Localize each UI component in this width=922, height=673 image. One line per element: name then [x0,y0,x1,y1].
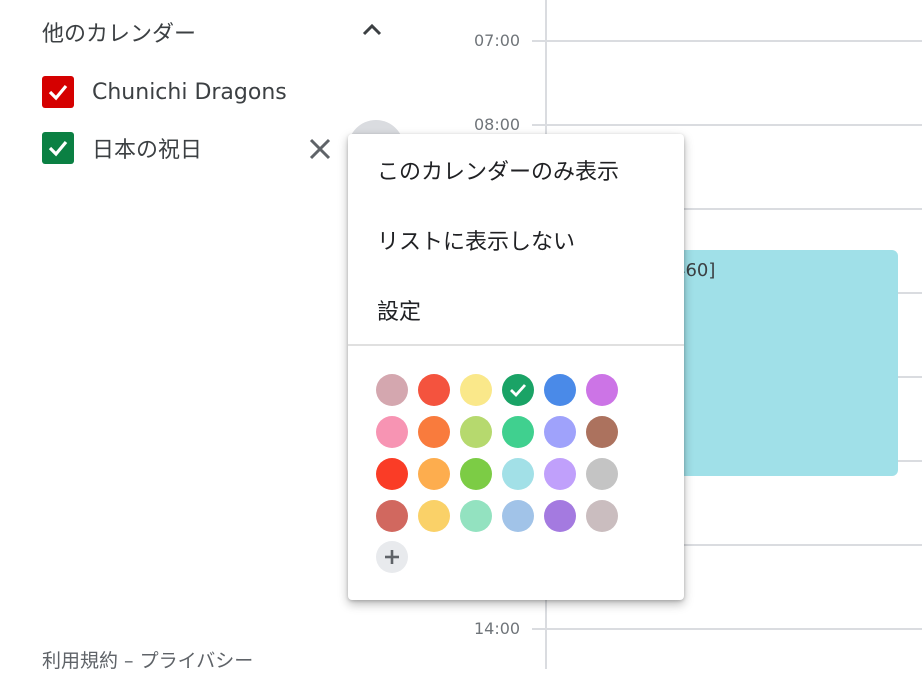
calendar-item-japanese-holidays[interactable]: 日本の祝日 [42,130,202,166]
calendar-label: Chunichi Dragons [92,79,287,105]
color-swatch[interactable] [376,500,408,532]
add-custom-color-button[interactable] [376,541,408,573]
time-label: 07:00 [474,31,521,50]
calendar-options-menu: このカレンダーのみ表示 リストに表示しない 設定 [348,134,684,600]
checkbox-chunichi-dragons[interactable] [42,76,74,108]
color-swatch[interactable] [460,500,492,532]
color-swatch[interactable] [544,374,576,406]
menu-item-display-only-this[interactable]: このカレンダーのみ表示 [377,154,619,186]
chevron-up-icon[interactable] [360,20,384,40]
color-swatch[interactable] [544,458,576,490]
menu-divider [348,344,684,346]
color-swatch[interactable] [586,500,618,532]
grid-hour-line [532,124,922,126]
color-swatch[interactable] [502,416,534,448]
checkmark-icon [48,140,68,157]
color-swatch[interactable] [460,374,492,406]
menu-item-hide-from-list[interactable]: リストに表示しない [377,224,575,256]
checkmark-icon [48,84,68,101]
color-swatch[interactable] [460,416,492,448]
color-swatch[interactable] [460,458,492,490]
color-swatch[interactable] [418,458,450,490]
color-swatch[interactable] [376,458,408,490]
grid-hour-line [532,40,922,42]
time-label: 08:00 [474,115,521,134]
color-swatch[interactable] [376,416,408,448]
color-swatch-selected[interactable] [502,374,534,406]
color-swatch[interactable] [376,374,408,406]
color-swatch[interactable] [502,458,534,490]
grid-hour-line [532,628,922,630]
menu-item-settings[interactable]: 設定 [377,294,421,326]
plus-icon [385,550,399,564]
calendar-label: 日本の祝日 [92,138,203,163]
color-swatch[interactable] [586,416,618,448]
checkmark-icon [510,384,527,398]
calendar-item-chunichi-dragons[interactable]: Chunichi Dragons [42,74,287,110]
color-swatch[interactable] [418,416,450,448]
time-label: 14:00 [474,619,521,638]
checkbox-japanese-holidays[interactable] [42,132,74,164]
other-calendars-title: 他のカレンダー [42,22,197,47]
close-icon[interactable] [306,135,334,163]
color-swatch[interactable] [586,374,618,406]
color-swatch[interactable] [418,500,450,532]
color-swatch[interactable] [586,458,618,490]
color-swatch[interactable] [544,500,576,532]
color-swatch[interactable] [502,500,534,532]
color-palette [376,374,618,532]
color-swatch[interactable] [544,416,576,448]
color-swatch[interactable] [418,374,450,406]
